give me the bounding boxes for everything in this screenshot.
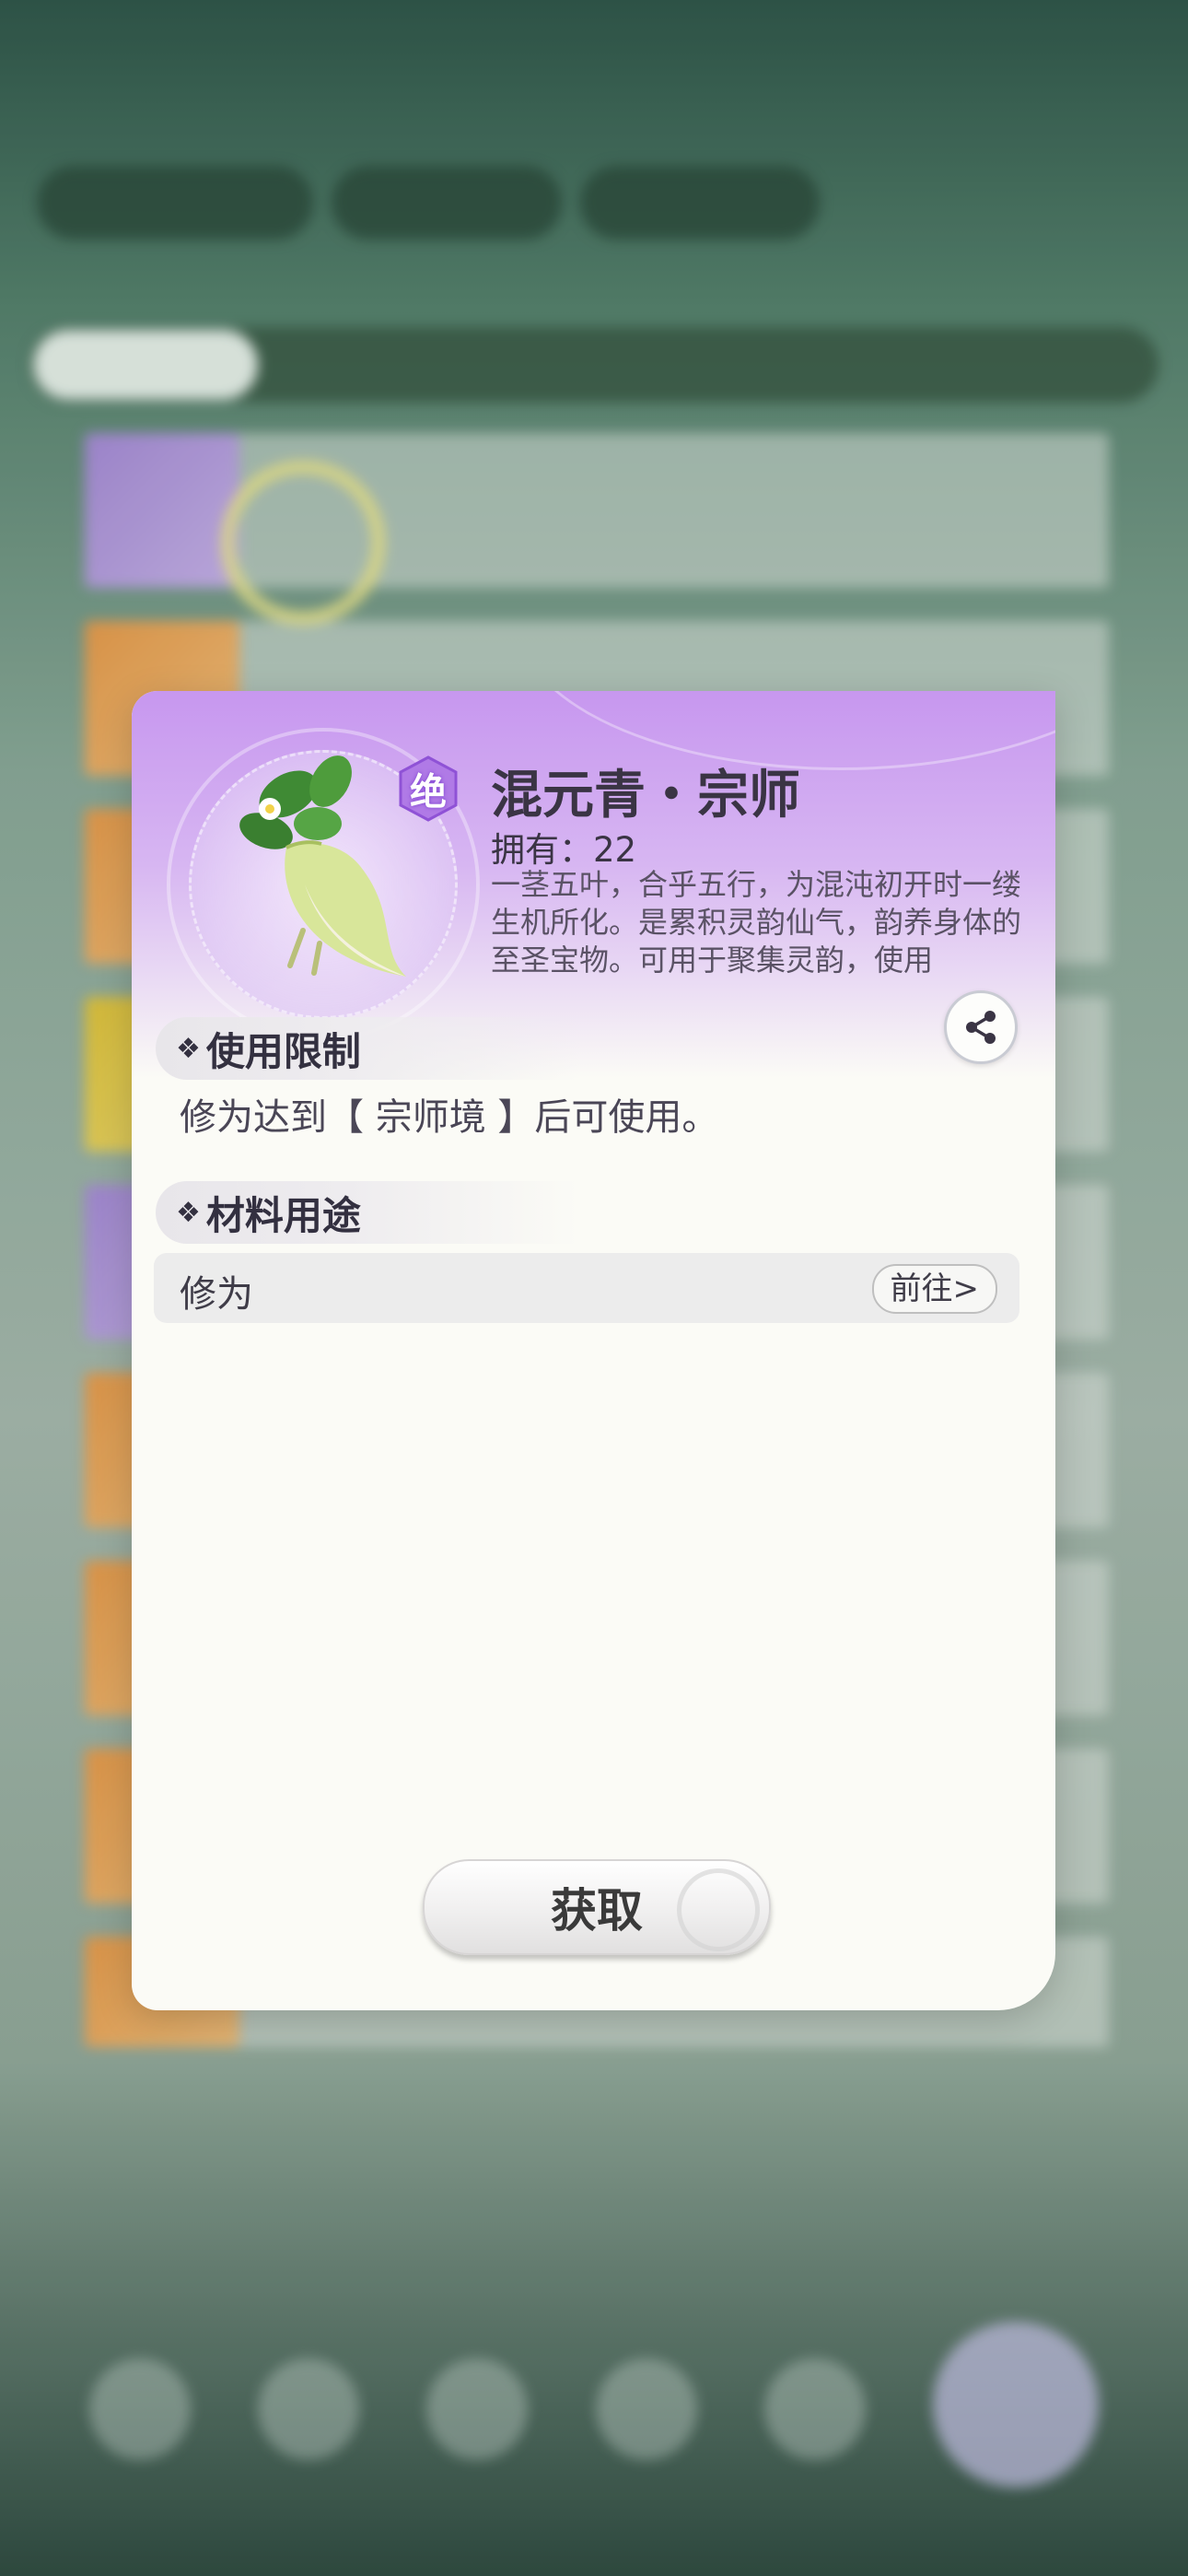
section-usage-header: ❖ 材料用途 [156,1181,579,1244]
item-title: 混元青・宗师 [491,766,800,825]
goto-button[interactable]: 前往> [871,1264,997,1314]
share-icon [966,1011,996,1044]
usage-row: 修为 前往> [154,1253,1019,1323]
usage-label: 修为 [180,1273,253,1316]
item-owned: 拥有：22 [491,822,636,872]
diamond-bullet-icon: ❖ [176,1032,201,1065]
rarity-badge: 绝 [395,755,461,822]
section-restriction-title: 使用限制 [205,1028,361,1074]
owned-label: 拥有： [491,830,593,870]
section-restriction-header: ❖ 使用限制 [156,1017,579,1080]
obtain-button[interactable]: 获取 [423,1859,771,1955]
obtain-label: 获取 [551,1884,643,1938]
share-button[interactable] [944,990,1018,1064]
owned-count: 22 [593,830,637,870]
restriction-text: 修为达到【 宗师境 】后可使用。 [180,1096,719,1139]
screen: 绝 混元青・宗师 拥有：22 一茎五叶，合乎五行，为混沌初开时一缕生机所化。是累… [0,0,1188,2576]
diamond-bullet-icon: ❖ [176,1196,201,1229]
section-usage-title: 材料用途 [205,1192,361,1238]
swirl-decoration-icon [677,1868,760,1951]
item-description[interactable]: 一茎五叶，合乎五行，为混沌初开时一缕生机所化。是累积灵韵仙气，韵养身体的至圣宝物… [491,866,1025,980]
rarity-label: 绝 [410,771,447,814]
item-detail-modal: 绝 混元青・宗师 拥有：22 一茎五叶，合乎五行，为混沌初开时一缕生机所化。是累… [132,691,1055,2010]
